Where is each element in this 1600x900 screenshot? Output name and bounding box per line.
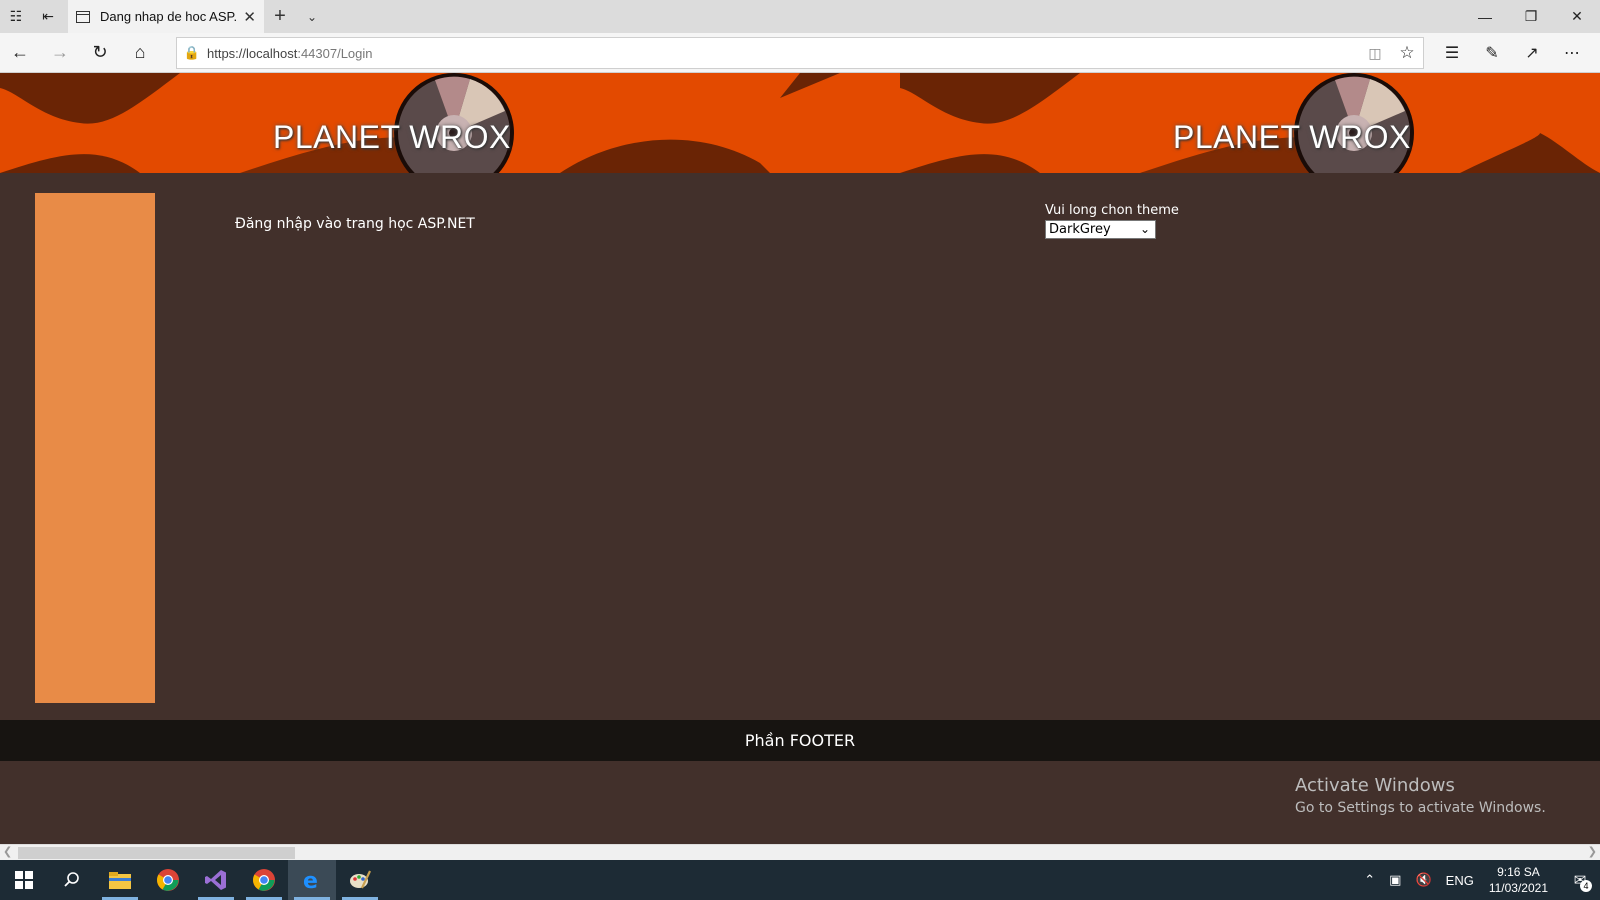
more-icon[interactable]: ⋯ <box>1552 33 1592 73</box>
browser-toolbar-right: ☰ ✎ ↗ ⋯ <box>1432 33 1592 73</box>
watermark-subtitle: Go to Settings to activate Windows. <box>1295 800 1546 816</box>
page-title: Đăng nhập vào trang học ASP.NET <box>235 216 475 232</box>
back-icon[interactable]: ← <box>0 33 40 73</box>
windows-logo-icon <box>15 871 33 889</box>
system-tray: ⌃ ▣ 🔇 ENG 9:16 SA 11/03/2021 ✉ 4 <box>1357 860 1600 900</box>
theme-label: Vui long chon theme <box>1045 203 1179 218</box>
forward-icon[interactable]: → <box>40 33 80 73</box>
close-tab-icon[interactable]: ✕ <box>243 8 256 26</box>
paint-icon[interactable] <box>336 860 384 900</box>
scrollbar-thumb[interactable] <box>18 847 295 859</box>
theme-selected-value: DarkGrey <box>1049 222 1111 237</box>
watermark-title: Activate Windows <box>1295 775 1455 796</box>
start-button[interactable] <box>0 860 48 900</box>
edge-icon[interactable]: e <box>288 860 336 900</box>
window-controls: — ❐ ✕ <box>1462 0 1600 33</box>
chevron-up-icon[interactable]: ⌃ <box>1364 872 1375 888</box>
home-icon[interactable]: ⌂ <box>120 33 160 73</box>
footer: Phần FOOTER <box>0 720 1600 761</box>
scroll-left-icon[interactable]: ❮ <box>3 845 12 858</box>
svg-text:e: e <box>303 869 318 892</box>
activate-windows-watermark: Activate Windows Go to Settings to activ… <box>1295 775 1546 816</box>
tab-title: Dang nhap de hoc ASP. <box>100 9 238 24</box>
chevron-down-icon[interactable]: ⌄ <box>296 0 328 33</box>
chrome-icon[interactable] <box>240 860 288 900</box>
action-center-icon[interactable]: ✉ 4 <box>1560 860 1600 900</box>
file-explorer-icon[interactable] <box>96 860 144 900</box>
network-icon[interactable]: ▣ <box>1389 872 1401 888</box>
url-host: https://localhost <box>207 45 298 61</box>
chevron-down-icon: ⌄ <box>1139 222 1150 236</box>
pen-icon[interactable]: ✎ <box>1472 33 1512 73</box>
navigation-bar: ← → ↻ ⌂ 🔒 https://localhost:44307/Login … <box>0 33 1600 73</box>
url-path: :44307/Login <box>297 45 373 61</box>
sidebar <box>35 193 155 703</box>
url-text[interactable]: https://localhost:44307/Login <box>207 46 1359 61</box>
clock-time: 9:16 SA <box>1497 865 1540 879</box>
refresh-icon[interactable]: ↻ <box>80 33 120 73</box>
page-icon <box>76 10 90 23</box>
footer-text: Phần FOOTER <box>744 731 856 750</box>
set-aside-tabs-icon[interactable]: ⇤ <box>32 0 64 33</box>
address-bar[interactable]: 🔒 https://localhost:44307/Login ◫ ☆ <box>176 37 1424 69</box>
share-icon[interactable]: ↗ <box>1512 33 1552 73</box>
new-tab-icon[interactable]: + <box>264 0 296 33</box>
clock[interactable]: 9:16 SA 11/03/2021 <box>1489 864 1548 896</box>
restore-icon[interactable]: ❐ <box>1508 0 1554 33</box>
brand-title-left: PLANET WROX <box>273 119 511 155</box>
header-banner: PLANET WROX PLANET WROX <box>0 73 1600 173</box>
favorites-icon[interactable]: ☰ <box>1432 33 1472 73</box>
language-indicator[interactable]: ENG <box>1446 873 1474 888</box>
visual-studio-icon[interactable] <box>192 860 240 900</box>
browser-tab-strip: ☷ ⇤ Dang nhap de hoc ASP. ✕ + ⌄ — ❐ ✕ <box>0 0 1600 33</box>
horizontal-scrollbar[interactable]: ❮ ❯ <box>0 844 1600 860</box>
volume-muted-icon[interactable]: 🔇 <box>1415 872 1431 888</box>
windows-taskbar: e ⌃ ▣ 🔇 ENG 9:16 SA 11/03/2021 ✉ 4 <box>0 860 1600 900</box>
reading-view-icon[interactable]: ◫ <box>1359 45 1391 62</box>
browser-tab[interactable]: Dang nhap de hoc ASP. ✕ <box>68 0 264 33</box>
search-icon[interactable] <box>48 860 96 900</box>
notification-badge: 4 <box>1580 880 1592 892</box>
close-window-icon[interactable]: ✕ <box>1554 0 1600 33</box>
lock-icon[interactable]: 🔒 <box>177 45 207 61</box>
brand-title-right: PLANET WROX <box>1173 119 1411 155</box>
scroll-right-icon[interactable]: ❯ <box>1588 845 1597 858</box>
favorite-star-icon[interactable]: ☆ <box>1391 43 1423 63</box>
chrome-icon[interactable] <box>144 860 192 900</box>
theme-select[interactable]: DarkGrey ⌄ <box>1045 220 1156 239</box>
tab-list-icon[interactable]: ☷ <box>0 0 32 33</box>
clock-date: 11/03/2021 <box>1488 881 1548 895</box>
minimize-icon[interactable]: — <box>1462 0 1508 33</box>
